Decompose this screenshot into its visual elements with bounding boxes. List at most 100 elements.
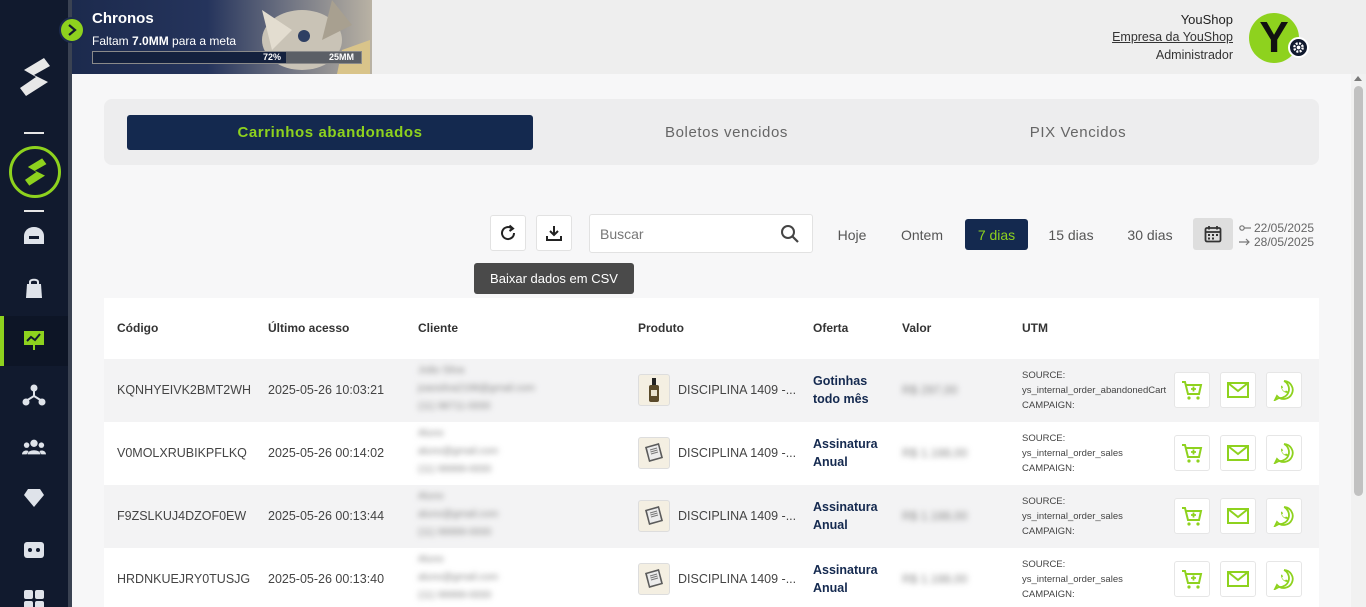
sidebar-item-customers[interactable] — [22, 435, 46, 459]
plan-badge-icon[interactable] — [9, 146, 61, 198]
mail-icon — [1227, 508, 1249, 524]
row-offer: Gotinhas todo mês — [813, 374, 869, 406]
recover-cart-button[interactable] — [1174, 435, 1210, 471]
whatsapp-icon — [1273, 569, 1294, 590]
sidebar-divider — [24, 132, 44, 134]
sidebar-item-affiliates[interactable] — [22, 383, 46, 407]
scroll-thumb[interactable] — [1354, 86, 1363, 496]
main-panel: Carrinhos abandonados Boletos vencidos P… — [72, 74, 1351, 607]
column-header-product: Produto — [638, 321, 684, 335]
sidebar-item-dashboard[interactable] — [22, 224, 46, 248]
page-scrollbar[interactable] — [1351, 74, 1366, 607]
period-30-days-button[interactable]: 30 dias — [1118, 219, 1182, 250]
brand-logo-icon[interactable] — [16, 56, 52, 98]
row-utm: SOURCE: ys_internal_order_sales CAMPAIGN: — [1022, 433, 1123, 474]
send-whatsapp-button[interactable] — [1266, 435, 1302, 471]
tab-expired-pix[interactable]: PIX Vencidos — [909, 115, 1247, 150]
table-row[interactable]: KQNHYEIVK2BMT2WH 2025-05-26 10:03:21 Joã… — [104, 359, 1319, 422]
row-code: KQNHYEIVK2BMT2WH — [117, 383, 252, 397]
whatsapp-icon — [1273, 380, 1294, 401]
search-icon[interactable] — [780, 224, 800, 244]
abandoned-carts-table: Código Último acesso Cliente Produto Ofe… — [104, 298, 1319, 607]
row-client: Aluno aluno@gmail.com (11) 99999-0000 — [418, 491, 499, 538]
gamepad-icon — [24, 542, 44, 558]
whatsapp-icon — [1273, 443, 1294, 464]
download-csv-button[interactable] — [536, 215, 572, 251]
cart-plus-icon — [1182, 444, 1203, 463]
column-header-value: Valor — [902, 321, 932, 335]
row-offer: Assinatura Anual — [813, 500, 878, 532]
range-end-icon — [1239, 238, 1250, 246]
send-whatsapp-button[interactable] — [1266, 372, 1302, 408]
recover-cart-button[interactable] — [1174, 498, 1210, 534]
user-name: YouShop — [1180, 12, 1233, 27]
chevron-right-icon — [68, 24, 77, 36]
diamond-icon — [24, 489, 44, 507]
row-value: R$ 1.188,00 — [902, 446, 968, 460]
recover-cart-button[interactable] — [1174, 372, 1210, 408]
period-today-button[interactable]: Hoje — [827, 219, 877, 250]
send-email-button[interactable] — [1220, 372, 1256, 408]
date-range: 22/05/2025 28/05/2025 — [1239, 221, 1314, 249]
sidebar-active-indicator — [0, 316, 4, 366]
send-email-button[interactable] — [1220, 498, 1256, 534]
table-row[interactable]: F9ZSLKUJ4DZOF0EW 2025-05-26 00:13:44 Alu… — [104, 485, 1319, 548]
row-code: HRDNKUEJRY0TUSJG — [117, 572, 251, 586]
date-picker-button[interactable] — [1193, 218, 1233, 250]
column-header-code: Código — [117, 321, 159, 335]
send-whatsapp-button[interactable] — [1266, 561, 1302, 597]
row-last-access: 2025-05-26 00:13:40 — [268, 572, 385, 586]
cart-plus-icon — [1182, 507, 1203, 526]
sidebar-item-recovery[interactable] — [22, 328, 46, 352]
network-icon — [22, 384, 46, 406]
refresh-button[interactable] — [490, 215, 526, 251]
row-client: Aluno aluno@gmail.com (11) 99999-0000 — [418, 554, 499, 601]
sidebar — [0, 0, 68, 607]
search-input[interactable] — [600, 223, 770, 245]
row-product: DISCIPLINA 1409 -... — [678, 383, 797, 397]
range-start-icon — [1239, 225, 1251, 231]
sidebar-item-plans[interactable] — [22, 486, 46, 510]
column-header-client: Cliente — [418, 321, 459, 335]
column-header-offer: Oferta — [813, 321, 849, 335]
row-product: DISCIPLINA 1409 -... — [678, 509, 797, 523]
dashboard-icon — [24, 227, 44, 244]
table-row[interactable]: V0MOLXRUBIKPFLKQ 2025-05-26 00:14:02 Alu… — [104, 422, 1319, 485]
tab-abandoned-carts[interactable]: Carrinhos abandonados — [127, 115, 533, 150]
refresh-icon — [501, 224, 516, 241]
row-last-access: 2025-05-26 00:14:02 — [268, 446, 385, 460]
goal-banner[interactable]: Chronos Faltam 7.0MM para a meta 72% 25M… — [72, 0, 372, 74]
sidebar-item-apps[interactable] — [22, 588, 46, 607]
recover-cart-button[interactable] — [1174, 561, 1210, 597]
sidebar-divider — [24, 210, 44, 212]
period-yesterday-button[interactable]: Ontem — [892, 219, 952, 250]
row-product: DISCIPLINA 1409 -... — [678, 446, 797, 460]
send-whatsapp-button[interactable] — [1266, 498, 1302, 534]
user-role: Administrador — [1155, 48, 1233, 62]
dropper-bottle-icon — [649, 378, 659, 402]
document-product-icon — [645, 443, 663, 462]
row-offer: Assinatura Anual — [813, 563, 878, 595]
sidebar-item-integrations[interactable] — [22, 538, 46, 562]
goal-progress-percent: 72% — [263, 52, 282, 62]
scroll-up-icon[interactable] — [1354, 76, 1362, 81]
sidebar-item-products[interactable] — [22, 276, 46, 300]
company-link[interactable]: Empresa da YouShop — [1112, 30, 1233, 44]
goal-toggle-button[interactable] — [59, 17, 85, 43]
product-thumbnail — [638, 374, 670, 406]
whatsapp-icon — [1273, 506, 1294, 527]
table-row[interactable]: HRDNKUEJRY0TUSJG 2025-05-26 00:13:40 Alu… — [104, 548, 1319, 607]
cart-plus-icon — [1182, 570, 1203, 589]
period-7-days-button[interactable]: 7 dias — [965, 219, 1028, 250]
mail-icon — [1227, 571, 1249, 587]
shopping-bag-icon — [26, 278, 42, 298]
tab-expired-boletos[interactable]: Boletos vencidos — [544, 115, 909, 150]
column-header-utm: UTM — [1022, 321, 1048, 335]
period-15-days-button[interactable]: 15 dias — [1040, 219, 1102, 250]
document-product-icon — [645, 506, 663, 525]
send-email-button[interactable] — [1220, 561, 1256, 597]
search-box — [589, 214, 813, 253]
row-last-access: 2025-05-26 10:03:21 — [268, 383, 385, 397]
settings-gear-icon[interactable] — [1288, 37, 1309, 58]
send-email-button[interactable] — [1220, 435, 1256, 471]
